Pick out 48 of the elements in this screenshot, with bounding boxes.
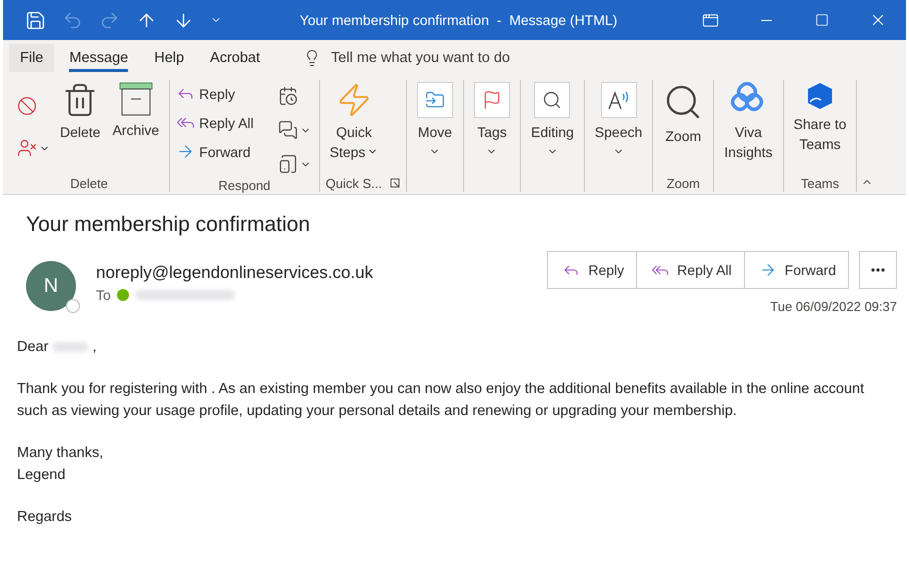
blurred-name <box>52 342 88 352</box>
devices-icon <box>278 154 298 174</box>
ribbon-button[interactable]: Forward <box>176 140 254 163</box>
more-icon <box>871 268 885 272</box>
group-label: Quick S... <box>326 176 382 190</box>
window-title: Your membership confirmation - Message (HTML) <box>298 12 618 28</box>
ribbon-button[interactable]: Delete <box>56 80 104 144</box>
speech-icon <box>606 89 631 111</box>
ribbon-tab[interactable]: Message <box>58 44 140 72</box>
tell-me-field[interactable]: Tell me what you want to do <box>331 50 510 66</box>
teams-share-icon <box>807 82 833 110</box>
ribbon-button[interactable]: Speech <box>590 80 646 159</box>
move-icon <box>424 90 445 110</box>
search-icon <box>542 90 562 110</box>
block-sender-icon <box>17 138 37 158</box>
dialog-launcher-icon[interactable] <box>390 178 400 188</box>
signature-text: Many thanks, Legend <box>17 444 104 485</box>
chat-icon <box>278 120 298 140</box>
presence-icon <box>66 299 80 313</box>
ribbon-button[interactable]: Viva Insights <box>720 80 777 164</box>
body-paragraph: Thank you for registering with . As an existing member you can now also enjoy the additional benefits available in the online account such as viewing your usage profile, updating your personal details and renewing or upgrading your membership. <box>17 380 866 421</box>
ribbon-button[interactable]: Archive <box>108 80 164 142</box>
greeting-comma: , <box>92 338 96 357</box>
ribbon-tab[interactable]: File <box>9 44 54 72</box>
message-subject: Your membership confirmation <box>26 213 312 237</box>
group-label: Teams <box>800 176 840 190</box>
archive-icon <box>118 82 153 116</box>
greeting-text: Dear <box>17 338 48 357</box>
ribbon-button[interactable]: Quick Steps <box>326 80 382 164</box>
ignore-icon <box>17 96 37 116</box>
ribbon-button[interactable]: Tags <box>470 80 514 159</box>
meeting-icon <box>278 86 298 106</box>
ribbon-button[interactable]: Move <box>412 80 457 159</box>
ribbon-tab[interactable]: Acrobat <box>199 44 272 72</box>
group-label: Respond <box>218 178 270 193</box>
save-icon[interactable] <box>25 10 46 30</box>
ribbon-button[interactable]: Editing <box>526 80 578 159</box>
ribbon-tab[interactable]: Help <box>143 44 196 72</box>
ribbon-button[interactable]: Share to Teams <box>790 80 850 156</box>
ribbon-button[interactable]: Reply All <box>176 111 254 134</box>
ribbon-button[interactable]: Zoom <box>659 80 708 148</box>
sender-address[interactable]: noreply@legendonlineservices.co.uk <box>96 263 374 283</box>
ribbon-button[interactable]: Reply <box>176 82 254 105</box>
group-label: Zoom <box>666 176 700 190</box>
group-label: Delete <box>70 176 108 190</box>
body-paragraph: Regards <box>17 508 73 527</box>
to-label: To <box>96 287 111 303</box>
received-date: Tue 06/09/2022 09:37 <box>770 299 897 314</box>
